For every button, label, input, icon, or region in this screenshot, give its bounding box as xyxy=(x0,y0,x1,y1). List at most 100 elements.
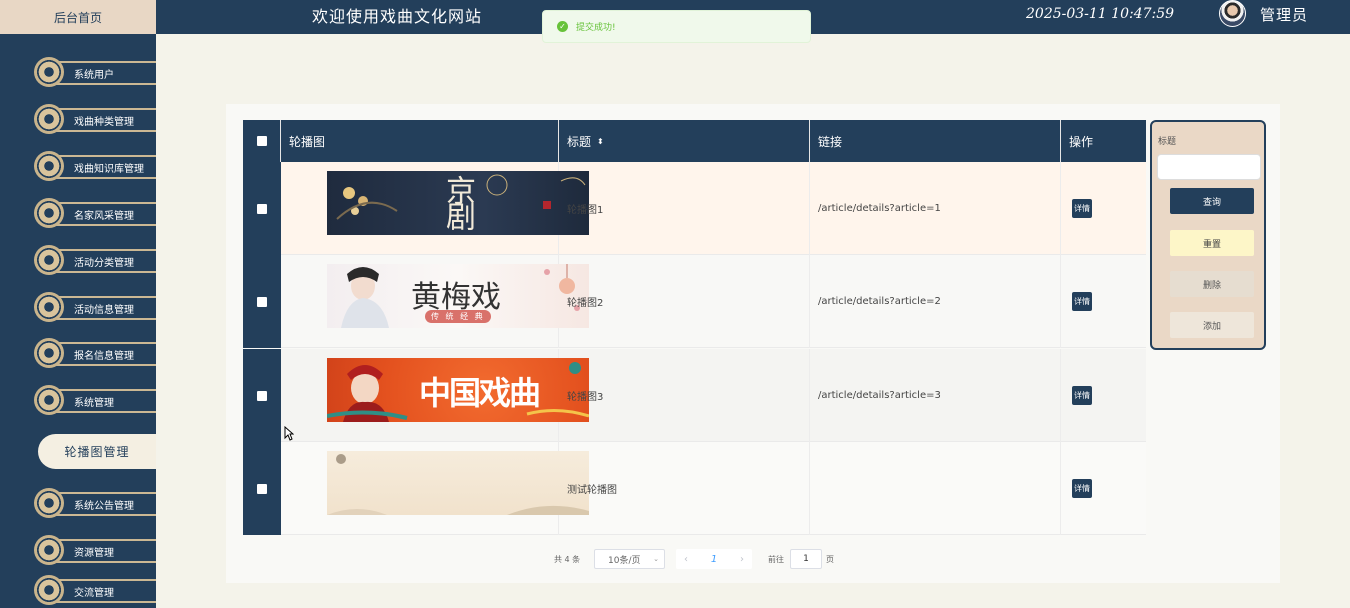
home-button[interactable]: 后台首页 xyxy=(0,0,156,34)
row-select-cell xyxy=(243,255,281,348)
detail-button[interactable]: 详情 xyxy=(1072,199,1092,218)
sidebar-item-system-users[interactable]: 系统用户 xyxy=(30,54,156,90)
cloud-ornament-icon xyxy=(34,338,64,368)
cloud-ornament-icon xyxy=(34,535,64,565)
pager-nav: ‹ 1 › xyxy=(676,549,752,569)
col-header-actions: 操作 xyxy=(1069,134,1094,149)
sidebar-item-label: 资源管理 xyxy=(74,548,114,559)
next-page-icon[interactable]: › xyxy=(740,554,744,565)
reset-button[interactable]: 重置 xyxy=(1170,230,1254,256)
cloud-ornament-icon xyxy=(34,245,64,275)
user-name[interactable]: 管理员 xyxy=(1260,4,1308,25)
banner-title: 中国戏曲 xyxy=(419,374,541,412)
banner-image: 京剧 xyxy=(327,171,589,235)
detail-button[interactable]: 详情 xyxy=(1072,479,1092,498)
title-cell: 轮播图1 xyxy=(559,162,810,255)
cloud-ornament-icon xyxy=(34,57,64,87)
sidebar-item-label: 报名信息管理 xyxy=(74,351,134,362)
sidebar-item-resources[interactable]: 资源管理 xyxy=(30,532,156,568)
actions-cell: 详情 xyxy=(1061,162,1146,255)
actions-cell: 详情 xyxy=(1061,349,1146,442)
toast-message: 提交成功! xyxy=(576,23,616,33)
check-circle-icon: ✓ xyxy=(557,21,568,32)
delete-button[interactable]: 删除 xyxy=(1170,271,1254,297)
row-checkbox[interactable] xyxy=(257,390,267,401)
detail-button[interactable]: 详情 xyxy=(1072,386,1092,405)
title-search-input[interactable] xyxy=(1157,154,1261,180)
cloud-ornament-icon xyxy=(34,198,64,228)
link-cell xyxy=(810,442,1061,535)
banner-image xyxy=(327,451,589,515)
row-checkbox[interactable] xyxy=(257,483,267,494)
row-checkbox[interactable] xyxy=(257,296,267,307)
banner-cell: 中国戏曲 xyxy=(281,349,589,442)
avatar[interactable] xyxy=(1219,0,1246,27)
sidebar-item-masters[interactable]: 名家风采管理 xyxy=(30,195,156,231)
datetime-display: 2025-03-11 10:47:59 xyxy=(1026,6,1175,22)
sidebar-item-carousel-active[interactable]: 轮播图管理 xyxy=(38,434,156,469)
actions-cell: 详情 xyxy=(1061,442,1146,535)
page-size-select[interactable]: 10条/页 ⌄ xyxy=(594,549,665,569)
sidebar-item-activity-categories[interactable]: 活动分类管理 xyxy=(30,242,156,278)
mouse-cursor-icon xyxy=(284,426,294,441)
banner-cell xyxy=(281,442,589,535)
banner-cell: 黄梅戏 传 统 经 典 xyxy=(281,255,589,348)
page-suffix: 页 xyxy=(826,555,834,564)
cloud-ornament-icon xyxy=(34,292,64,322)
sidebar-item-announcements[interactable]: 系统公告管理 xyxy=(30,485,156,521)
select-all-checkbox[interactable] xyxy=(256,136,267,146)
sidebar-item-registration[interactable]: 报名信息管理 xyxy=(30,335,156,371)
chevron-down-icon: ⌄ xyxy=(653,555,659,563)
site-title: 欢迎使用戏曲文化网站 xyxy=(312,7,483,26)
sidebar-item-exchange[interactable]: 交流管理 xyxy=(30,572,156,608)
sidebar-item-opera-types[interactable]: 戏曲种类管理 xyxy=(30,101,156,137)
sort-icon[interactable]: ⬍ xyxy=(597,137,604,146)
link-cell: /article/details?article=1 xyxy=(810,162,1061,255)
title-cell: 轮播图3 xyxy=(559,349,810,442)
current-page[interactable]: 1 xyxy=(711,554,717,565)
query-button[interactable]: 查询 xyxy=(1170,188,1254,214)
sidebar-item-label: 系统公告管理 xyxy=(74,501,134,512)
link-cell: /article/details?article=2 xyxy=(810,255,1061,348)
sidebar-item-label: 交流管理 xyxy=(74,588,114,599)
success-toast: ✓ 提交成功! xyxy=(542,10,811,43)
sidebar-item-label: 系统用户 xyxy=(74,70,114,81)
page-size-value: 10条/页 xyxy=(608,555,641,566)
sidebar-item-label: 活动分类管理 xyxy=(74,258,134,269)
title-cell: 测试轮播图 xyxy=(559,442,810,535)
table-header: 轮播图 标题 ⬍ 链接 操作 xyxy=(243,120,1146,162)
detail-button[interactable]: 详情 xyxy=(1072,292,1092,311)
search-panel: 标题 查询 重置 删除 添加 xyxy=(1150,120,1266,350)
sidebar-item-label: 戏曲种类管理 xyxy=(74,117,134,128)
sidebar-item-activity-info[interactable]: 活动信息管理 xyxy=(30,289,156,325)
cloud-ornament-icon xyxy=(34,488,64,518)
row-checkbox[interactable] xyxy=(257,203,267,214)
table-row: 测试轮播图 详情 xyxy=(243,442,1146,535)
row-select-cell xyxy=(243,162,281,255)
sidebar-item-label: 活动信息管理 xyxy=(74,305,134,316)
goto-label: 前往 xyxy=(768,555,784,564)
table-row: 中国戏曲 轮播图3 /article/details?article=3 详情 xyxy=(243,349,1146,442)
banner-title: 京剧 xyxy=(440,175,475,227)
col-header-banner: 轮播图 xyxy=(281,120,559,162)
title-cell: 轮播图2 xyxy=(559,255,810,348)
pager-total: 共 4 条 xyxy=(554,555,581,564)
prev-page-icon[interactable]: ‹ xyxy=(684,554,688,565)
banner-subtitle: 传 统 经 典 xyxy=(425,310,491,323)
cloud-ornament-icon xyxy=(34,151,64,181)
col-header-title[interactable]: 标题 ⬍ xyxy=(559,120,810,162)
cloud-ornament-icon xyxy=(34,385,64,415)
col-header-title-label: 标题 xyxy=(567,134,592,149)
sidebar-item-label: 名家风采管理 xyxy=(74,211,134,222)
sidebar-item-system-management[interactable]: 系统管理 xyxy=(30,382,156,418)
search-label: 标题 xyxy=(1158,137,1177,147)
row-select-cell xyxy=(243,349,281,442)
sidebar-item-opera-knowledge[interactable]: 戏曲知识库管理 xyxy=(30,148,156,184)
sidebar-item-label: 戏曲知识库管理 xyxy=(74,164,144,175)
table-row: 黄梅戏 传 统 经 典 轮播图2 /article/details?articl… xyxy=(243,255,1146,348)
goto-page-input[interactable]: 1 xyxy=(790,549,822,569)
add-button[interactable]: 添加 xyxy=(1170,312,1254,338)
cloud-ornament-icon xyxy=(34,575,64,605)
banner-cell: 京剧 xyxy=(281,162,589,255)
cloud-ornament-icon xyxy=(34,104,64,134)
